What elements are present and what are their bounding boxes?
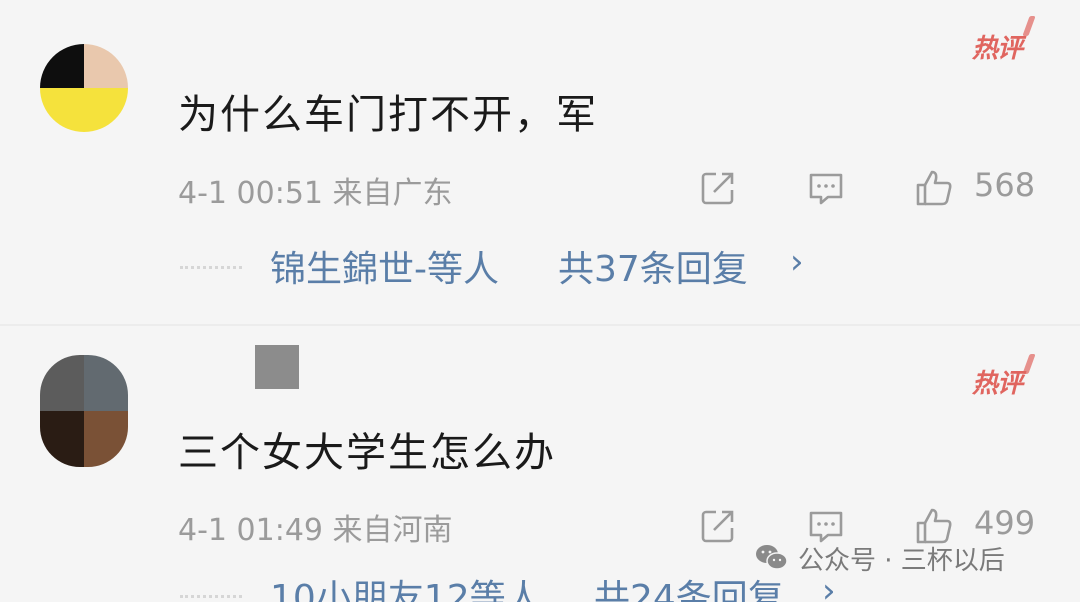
chevron-right-icon[interactable]: › — [790, 242, 804, 282]
reply-names-link[interactable]: 锦生錦世-等人 — [270, 240, 499, 292]
like-count: 499 — [974, 504, 1036, 542]
avatar[interactable] — [40, 355, 128, 467]
hot-mark-icon — [1022, 16, 1036, 36]
comment-actions: 568 — [692, 166, 1052, 210]
watermark-text: 公众号 · 三杯以后 — [798, 546, 1005, 576]
avatar[interactable] — [40, 44, 128, 132]
comment-meta: 4-1 01:49 来自河南 — [178, 513, 453, 548]
username-mosaic — [255, 345, 299, 389]
comment-text: 为什么车门打不开，军 — [178, 92, 598, 138]
hot-comment-badge: 热评 — [971, 34, 1023, 64]
reply-names-link[interactable]: 10小朋友12等人 — [270, 569, 542, 602]
reply-dots — [180, 266, 242, 269]
reply-count-link[interactable]: 共24条回复 — [594, 569, 784, 602]
reply-count-link[interactable]: 共37条回复 — [558, 240, 748, 292]
hot-comment-badge: 热评 — [971, 369, 1023, 399]
comment-icon[interactable] — [806, 168, 846, 208]
comment-meta: 4-1 00:51 来自广东 — [178, 176, 453, 211]
comment-item: 热评 为什么车门打不开，军 4-1 00:51 来自广东 568 锦生錦世-等人… — [0, 0, 1080, 325]
share-icon[interactable] — [698, 168, 738, 208]
comment-list: 热评 为什么车门打不开，军 4-1 00:51 来自广东 568 锦生錦世-等人… — [0, 0, 1080, 602]
share-icon[interactable] — [698, 506, 738, 546]
hot-mark-icon — [1022, 354, 1036, 374]
like-count: 568 — [974, 166, 1036, 204]
comment-text: 三个女大学生怎么办 — [178, 430, 556, 476]
like-icon[interactable] — [914, 168, 954, 208]
reply-dots — [180, 595, 242, 598]
wechat-icon — [756, 545, 788, 570]
